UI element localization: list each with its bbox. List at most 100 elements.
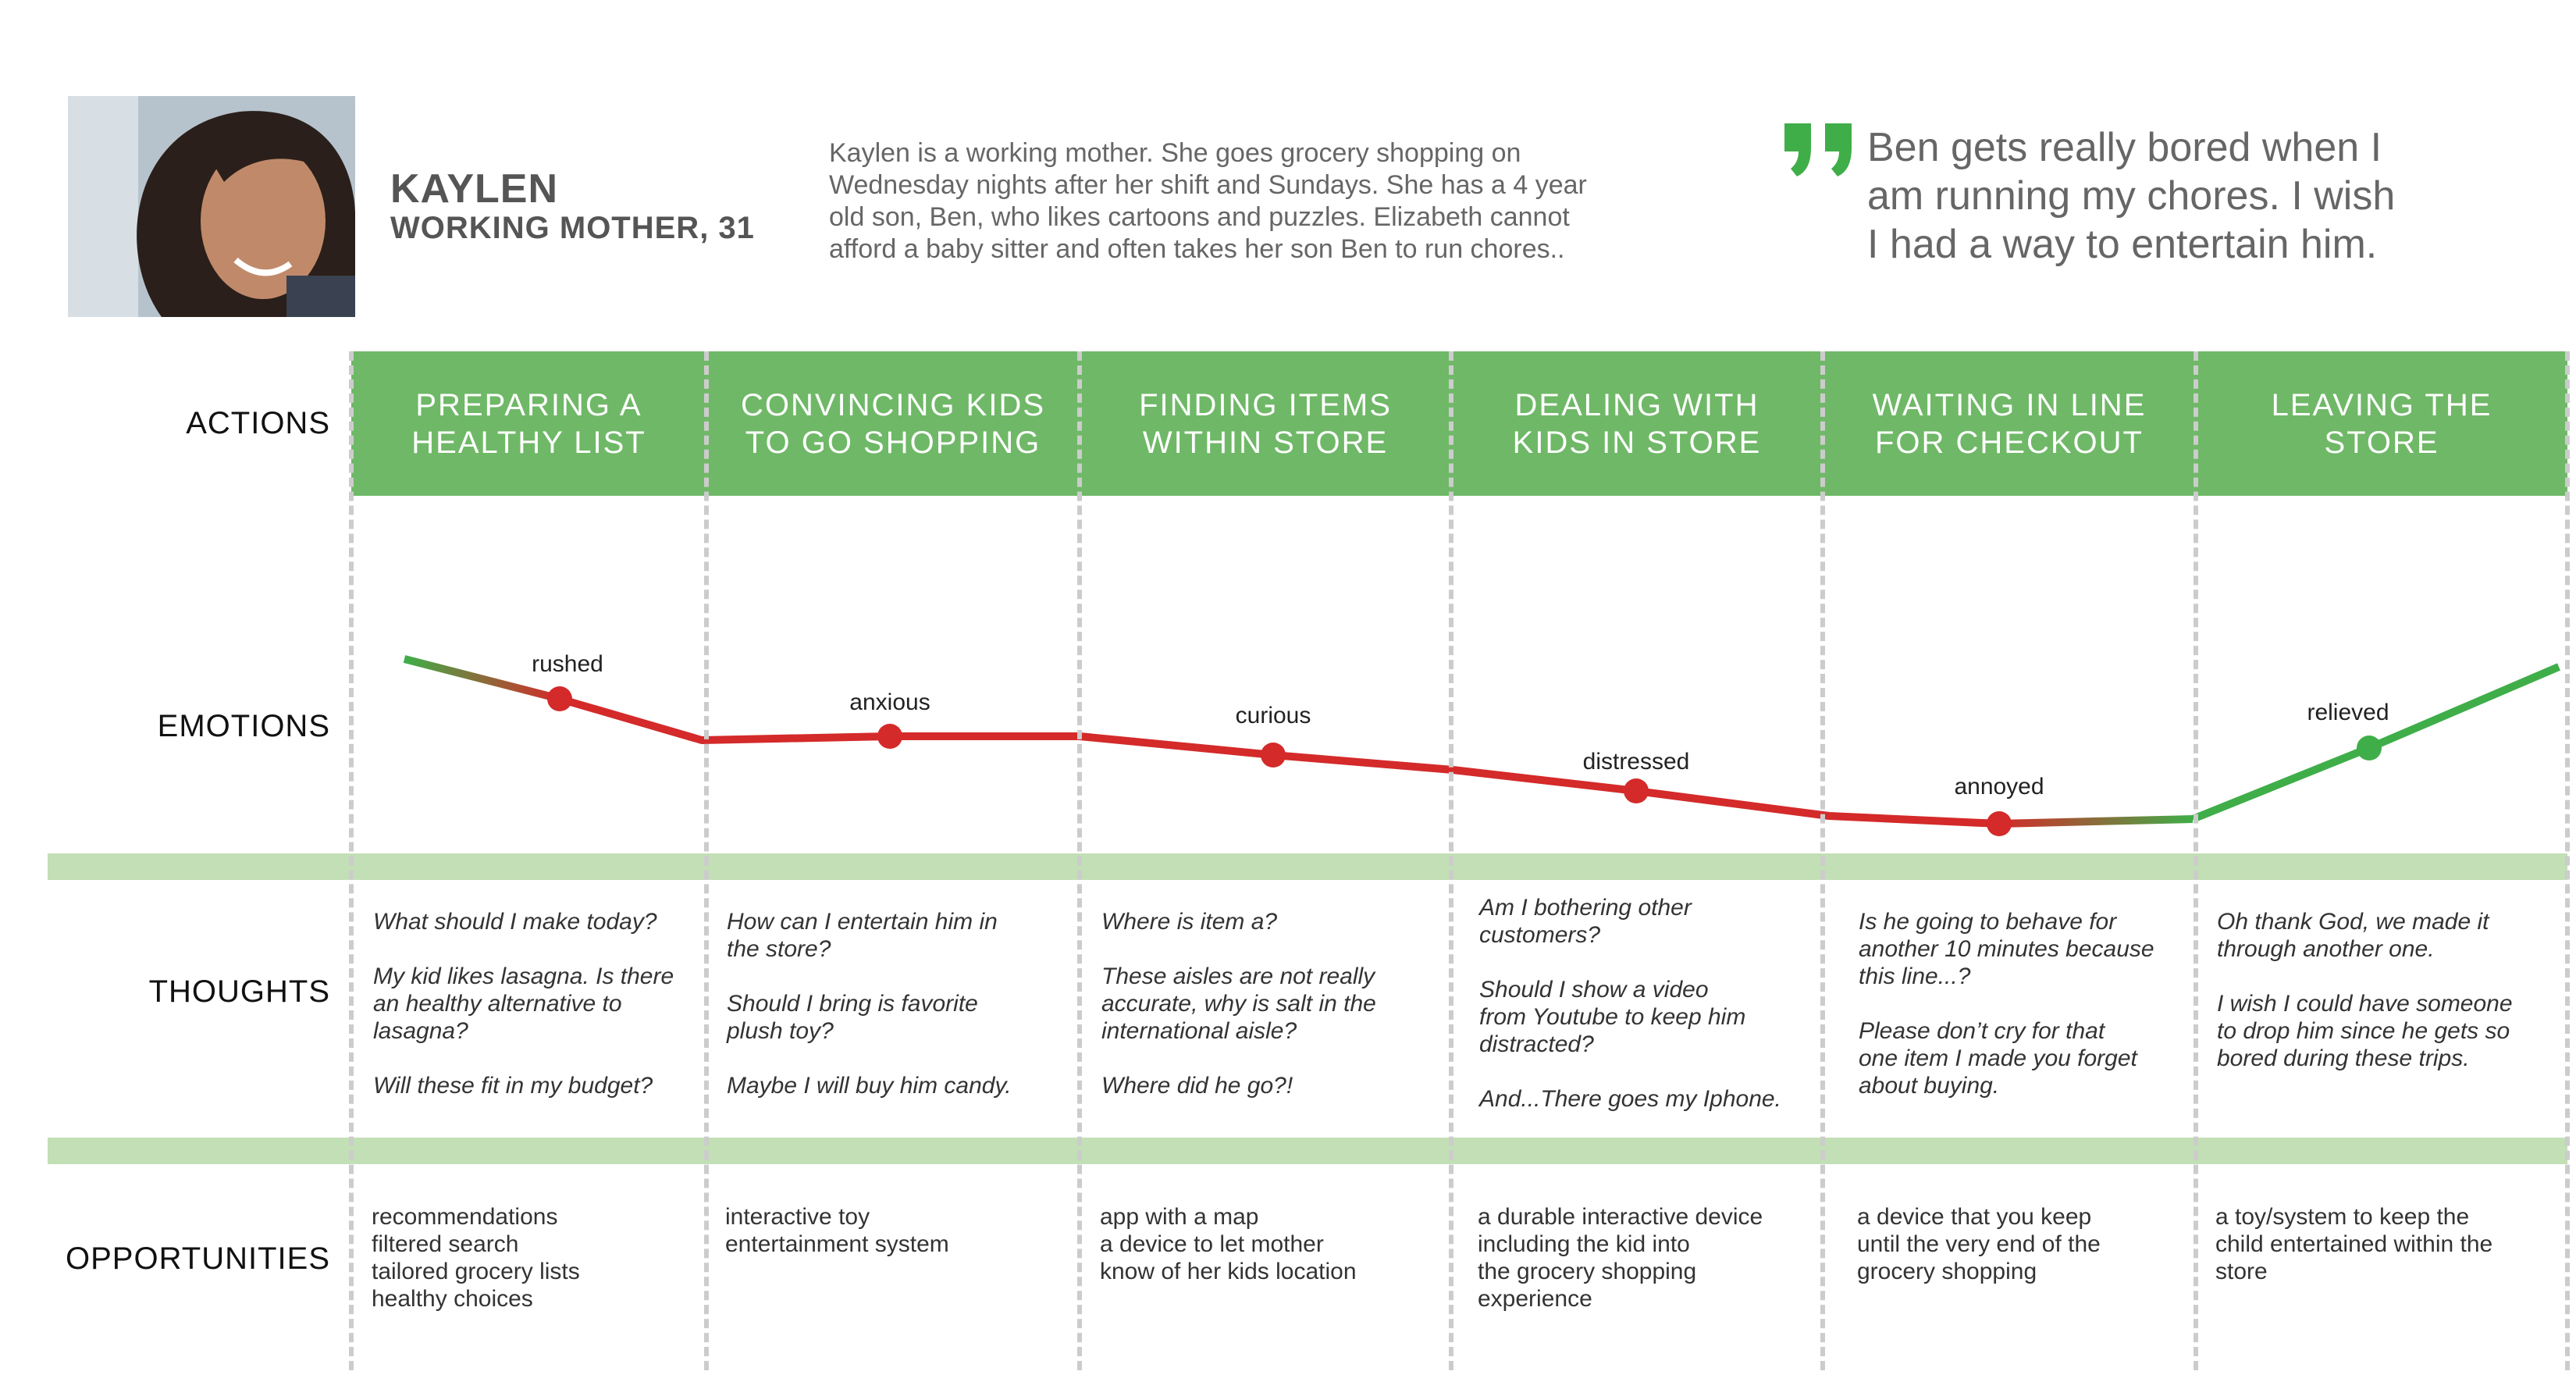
stage-divider [2194,351,2198,1370]
action-label-line: DEALING WITH [1514,387,1759,422]
thought-line: Oh thank God, we made it [2217,909,2489,935]
thoughts-cell: Is he going to behave for another 10 minu… [1859,908,2154,1127]
thought-line: lasagna? [373,1018,468,1044]
opportunity-item: recommendations [372,1204,558,1230]
thought: What should I make today? [373,908,674,935]
thought: Should I bring is favorite plush toy? [727,990,1012,1045]
thought-line: another 10 minutes because [1859,936,2154,962]
thoughts-cell: What should I make today? My kid likes la… [373,908,674,1127]
thought-line: These aisles are not really [1101,963,1375,989]
opportunities-cell: interactive toy entertainment system [725,1203,949,1258]
thought: These aisles are not really accurate, why… [1101,963,1376,1045]
action-label-line: PREPARING A [415,387,642,422]
action-label-line: WAITING IN LINE [1872,387,2147,422]
thought-line: And...There goes my Iphone. [1479,1086,1781,1112]
action-label-line: WITHIN STORE [1142,425,1389,460]
thought-line: Will these fit in my budget? [373,1073,653,1099]
opportunities-cell: recommendations filtered search tailored g… [372,1203,580,1313]
action-stage: WAITING IN LINE FOR CHECKOUT [1825,351,2194,496]
thought: My kid likes lasagna. Is there an healthy… [373,963,674,1045]
thought-line: this line...? [1859,963,1971,989]
emotion-point [2357,736,2382,760]
thought: How can I entertain him in the store? [727,908,1012,963]
emotion-line-segment [1998,815,2194,828]
opportunity-item: store [2215,1259,2268,1284]
emotion-label: anxious [849,689,930,715]
opportunity-item: grocery shopping [1857,1259,2037,1284]
thought-line: Maybe I will buy him candy. [727,1073,1012,1099]
emotion-label: rushed [532,651,603,677]
thought-line: from Youtube to keep him [1479,1004,1746,1030]
thought-line: Is he going to behave for [1859,909,2117,935]
stage-divider [349,351,354,1370]
opportunity-item: a device to let mother [1100,1231,1324,1257]
thought-line: Should I bring is favorite [727,991,978,1017]
stage-divider [704,351,709,1370]
thought-line: What should I make today? [373,909,657,935]
thoughts-cell: Am I bothering other customers? Should I s… [1479,894,1781,1140]
action-label-line: STORE [2324,425,2439,460]
thought: Please don’t cry for that one item I made… [1859,1017,2154,1099]
thought-line: accurate, why is salt in the [1101,991,1376,1017]
opportunities-cell: app with a map a device to let mother know… [1100,1203,1357,1285]
action-label-line: CONVINCING KIDS [740,387,1046,422]
stage-divider [1077,351,1082,1370]
thought: Is he going to behave for another 10 minu… [1859,908,2154,990]
thought-line: Where is item a? [1101,909,1278,935]
stage-divider [1449,351,1453,1370]
thoughts-cell: Where is item a? These aisles are not rea… [1101,908,1376,1127]
thought: Where is item a? [1101,908,1376,935]
emotion-label: distressed [1582,749,1690,775]
thought: Should I show a video from Youtube to kee… [1479,976,1781,1058]
thought: Maybe I will buy him candy. [727,1072,1012,1099]
emotion-label: curious [1235,703,1311,728]
thought-line: through another one. [2217,936,2435,962]
opportunity-item: app with a map [1100,1204,1259,1230]
emotion-curve [403,655,2560,836]
opportunity-item: know of her kids location [1100,1259,1357,1284]
thought: Oh thank God, we made it through another … [2217,908,2513,963]
opportunity-item: the grocery shopping [1478,1259,1697,1284]
action-stage: FINDING ITEMS WITHIN STORE [1082,351,1449,496]
thoughts-cell: Oh thank God, we made it through another … [2217,908,2513,1099]
action-label-line: KIDS IN STORE [1512,425,1762,460]
thought-line: bored during these trips. [2217,1045,2470,1071]
emotion-point [877,724,902,749]
stage-divider [2565,351,2570,1370]
opportunity-item: a device that you keep [1857,1204,2092,1230]
opportunities-cell: a durable interactive device including th… [1478,1203,1763,1313]
thought-line: Should I show a video [1479,977,1709,1003]
action-label-line: LEAVING THE [2271,387,2492,422]
opportunity-item: healthy choices [372,1286,533,1312]
thought-line: one item I made you forget [1859,1045,2137,1071]
emotion-point [547,686,572,711]
thought-line: My kid likes lasagna. Is there [373,963,674,989]
opportunity-item: child entertained within the [2215,1231,2493,1257]
opportunity-item: including the kid into [1478,1231,1690,1257]
action-label-line: FINDING ITEMS [1139,387,1392,422]
opportunity-item: entertainment system [725,1231,949,1257]
stage-divider [1820,351,1825,1370]
thought-line: I wish I could have someone [2217,991,2513,1017]
opportunity-item: a toy/system to keep the [2215,1204,2470,1230]
thought: Will these fit in my budget? [373,1072,674,1099]
action-label-line: HEALTHY LIST [411,425,646,460]
action-stage: CONVINCING KIDS TO GO SHOPPING [709,351,1077,496]
thought-line: How can I entertain him in [727,909,998,935]
thought-line: plush toy? [727,1018,834,1044]
opportunities-cell: a toy/system to keep the child entertaine… [2215,1203,2492,1285]
thought-line: about buying. [1859,1073,2000,1099]
emotion-point [1987,811,2012,836]
thought: Am I bothering other customers? [1479,894,1781,949]
opportunity-item: experience [1478,1286,1592,1312]
thought-line: an healthy alternative to [373,991,622,1017]
emotion-label: annoyed [1954,774,2044,800]
action-stage: DEALING WITH KIDS IN STORE [1453,351,1820,496]
thought-line: to drop him since he gets so [2217,1018,2510,1044]
thoughts-cell: How can I entertain him in the store? Shou… [727,908,1012,1127]
opportunity-item: a durable interactive device [1478,1204,1763,1230]
thought-line: Am I bothering other [1479,895,1692,921]
thought-line: distracted? [1479,1031,1594,1057]
opportunity-item: tailored grocery lists [372,1259,580,1284]
opportunity-item: filtered search [372,1231,519,1257]
